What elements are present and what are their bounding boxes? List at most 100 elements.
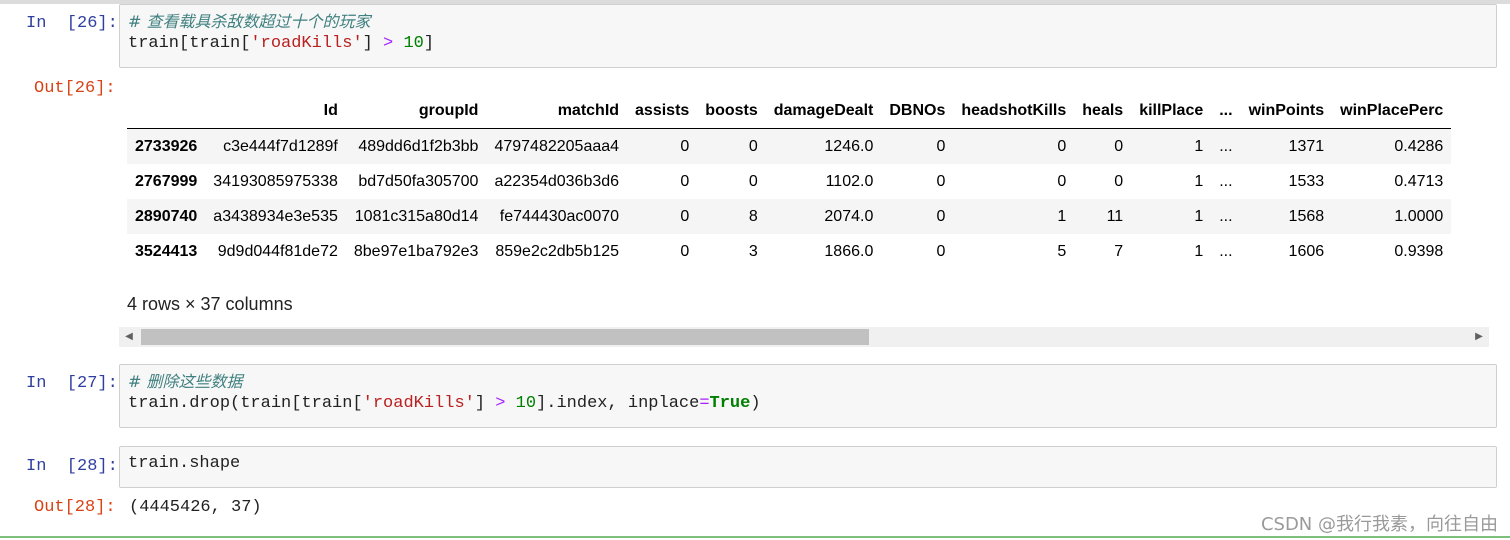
- row-index: 2767999: [135, 172, 198, 190]
- table-cell: 5: [1057, 242, 1067, 260]
- code-cell-28[interactable]: train.shape: [119, 446, 1497, 488]
- table-cell: 1246.0: [765, 128, 882, 164]
- table-cell: ...: [1219, 172, 1233, 190]
- code-text: train.drop(train[train[: [128, 394, 363, 413]
- table-cell: 0: [936, 172, 946, 190]
- row-index: 2890740: [127, 199, 206, 234]
- code-operator: >: [495, 394, 506, 413]
- code-number: 10: [505, 394, 537, 413]
- table-cell: 1102.0: [825, 172, 874, 190]
- table-cell: 0: [748, 172, 758, 190]
- out-prompt-28: Out[28]:: [34, 498, 116, 517]
- column-header: headshotKills: [953, 94, 1075, 129]
- row-index: 2733926: [127, 128, 206, 164]
- scroll-left-arrow-icon[interactable]: ◀: [123, 330, 135, 344]
- horizontal-scrollbar[interactable]: ◀ ▶: [119, 327, 1489, 347]
- table-cell: fe744430ac0070: [486, 199, 628, 234]
- column-header: ...: [1211, 94, 1241, 129]
- code-string: 'roadKills': [362, 394, 475, 413]
- code-operator: =: [699, 394, 710, 413]
- column-header: DBNOs: [881, 94, 954, 129]
- code-text: ]: [362, 34, 384, 53]
- table-cell: 0: [680, 172, 690, 190]
- column-header: winPlacePerc: [1332, 94, 1452, 129]
- table-cell: 0: [627, 199, 698, 234]
- table-cell: 0: [627, 128, 698, 164]
- code-text: train.shape: [128, 454, 241, 473]
- column-header: matchId: [486, 94, 628, 129]
- table-cell: 1.0000: [1332, 199, 1452, 234]
- table-cell: 1533: [1288, 172, 1325, 190]
- table-cell: 1081c315a80d14: [345, 199, 487, 234]
- table-cell: ...: [1219, 242, 1233, 260]
- table-cell: 1866.0: [824, 242, 874, 260]
- dataframe-shape-text: 4 rows × 37 columns: [127, 294, 293, 314]
- csdn-watermark: CSDN @我行我素，向往自由: [1260, 514, 1498, 535]
- table-row: 2767999 34193085975338 bd7d50fa305700 a2235…: [127, 164, 1451, 199]
- table-cell: 0: [936, 242, 946, 260]
- row-index: 3524413: [135, 242, 198, 260]
- code-operator: >: [383, 34, 394, 53]
- table-cell: 8: [697, 199, 766, 234]
- table-cell: 1: [1194, 242, 1204, 260]
- table-cell: 0.9398: [1394, 242, 1444, 260]
- in-prompt-26: In [26]:: [26, 14, 118, 33]
- column-header: assists: [627, 94, 698, 129]
- table-cell: 4797482205aaa4: [486, 128, 628, 164]
- table-cell: 0: [953, 128, 1075, 164]
- table-cell: 0: [881, 199, 954, 234]
- code-cell-26[interactable]: # 查看载具杀敌数超过十个的玩家 train[train['roadKills'…: [119, 4, 1497, 68]
- table-header-row: Id groupId matchId assists boosts damageDealt…: [127, 94, 1452, 129]
- table-cell: 0: [1074, 128, 1132, 164]
- column-header: damageDealt: [765, 94, 882, 129]
- dataframe-table: Id groupId matchId assists boosts damageDealt…: [127, 94, 1452, 269]
- code-text: ].index, inplace: [536, 394, 700, 413]
- in-prompt-27: In [27]:: [26, 374, 118, 393]
- code-keyword: True: [709, 394, 751, 413]
- table-cell: 11: [1074, 199, 1132, 234]
- table-cell: 859e2c2db5b125: [495, 242, 620, 260]
- table-cell: 0: [680, 242, 690, 260]
- table-cell: 3: [748, 242, 758, 260]
- table-cell: 1: [1194, 172, 1204, 190]
- index-header: [127, 94, 206, 129]
- table-cell: 34193085975338: [213, 172, 338, 190]
- table-cell: 0: [697, 128, 766, 164]
- table-cell: 0: [1114, 172, 1124, 190]
- column-header: winPoints: [1240, 94, 1333, 129]
- table-cell: 0.4286: [1332, 128, 1452, 164]
- column-header: Id: [205, 94, 346, 129]
- column-header: boosts: [697, 94, 766, 129]
- scrollbar-thumb[interactable]: [141, 329, 869, 345]
- table-row: 2733926 c3e444f7d1289f 489dd6d1f2b3bb 47974…: [127, 128, 1452, 164]
- column-header: heals: [1074, 94, 1132, 129]
- table-cell: 0: [881, 128, 954, 164]
- column-header: groupId: [345, 94, 487, 129]
- table-cell: 1568: [1240, 199, 1333, 234]
- table-cell: ...: [1211, 128, 1241, 164]
- code-cell-27[interactable]: # 删除这些数据 train.drop(train[train['roadKil…: [119, 364, 1497, 428]
- table-cell: 489dd6d1f2b3bb: [345, 128, 487, 164]
- table-cell: 1606: [1288, 242, 1325, 260]
- shape-output: (4445426, 37): [129, 498, 262, 517]
- table-cell: 8be97e1ba792e3: [353, 242, 479, 260]
- in-prompt-28: In [28]:: [26, 457, 118, 476]
- out-prompt-26: Out[26]:: [34, 79, 116, 98]
- table-cell: ...: [1211, 199, 1241, 234]
- table-cell: 2074.0: [765, 199, 882, 234]
- table-cell: c3e444f7d1289f: [205, 128, 346, 164]
- table-cell: 0: [1057, 172, 1067, 190]
- column-header: killPlace: [1131, 94, 1212, 129]
- code-text: ]: [423, 34, 435, 53]
- table-cell: 1: [1131, 199, 1212, 234]
- code-comment: # 查看载具杀敌数超过十个的玩家: [128, 12, 371, 31]
- code-comment: # 删除这些数据: [128, 372, 243, 391]
- scroll-right-arrow-icon[interactable]: ▶: [1473, 330, 1485, 344]
- table-row: 3524413 9d9d044f81de72 8be97e1ba792e3 859e2…: [127, 234, 1451, 269]
- code-string: 'roadKills': [250, 34, 363, 53]
- code-text: train[train[: [128, 34, 251, 53]
- table-cell: 1: [953, 199, 1075, 234]
- table-cell: 1: [1131, 128, 1212, 164]
- table-cell: bd7d50fa305700: [358, 172, 479, 190]
- table-row: 2890740 a3438934e3e535 1081c315a80d14 fe744…: [127, 199, 1452, 234]
